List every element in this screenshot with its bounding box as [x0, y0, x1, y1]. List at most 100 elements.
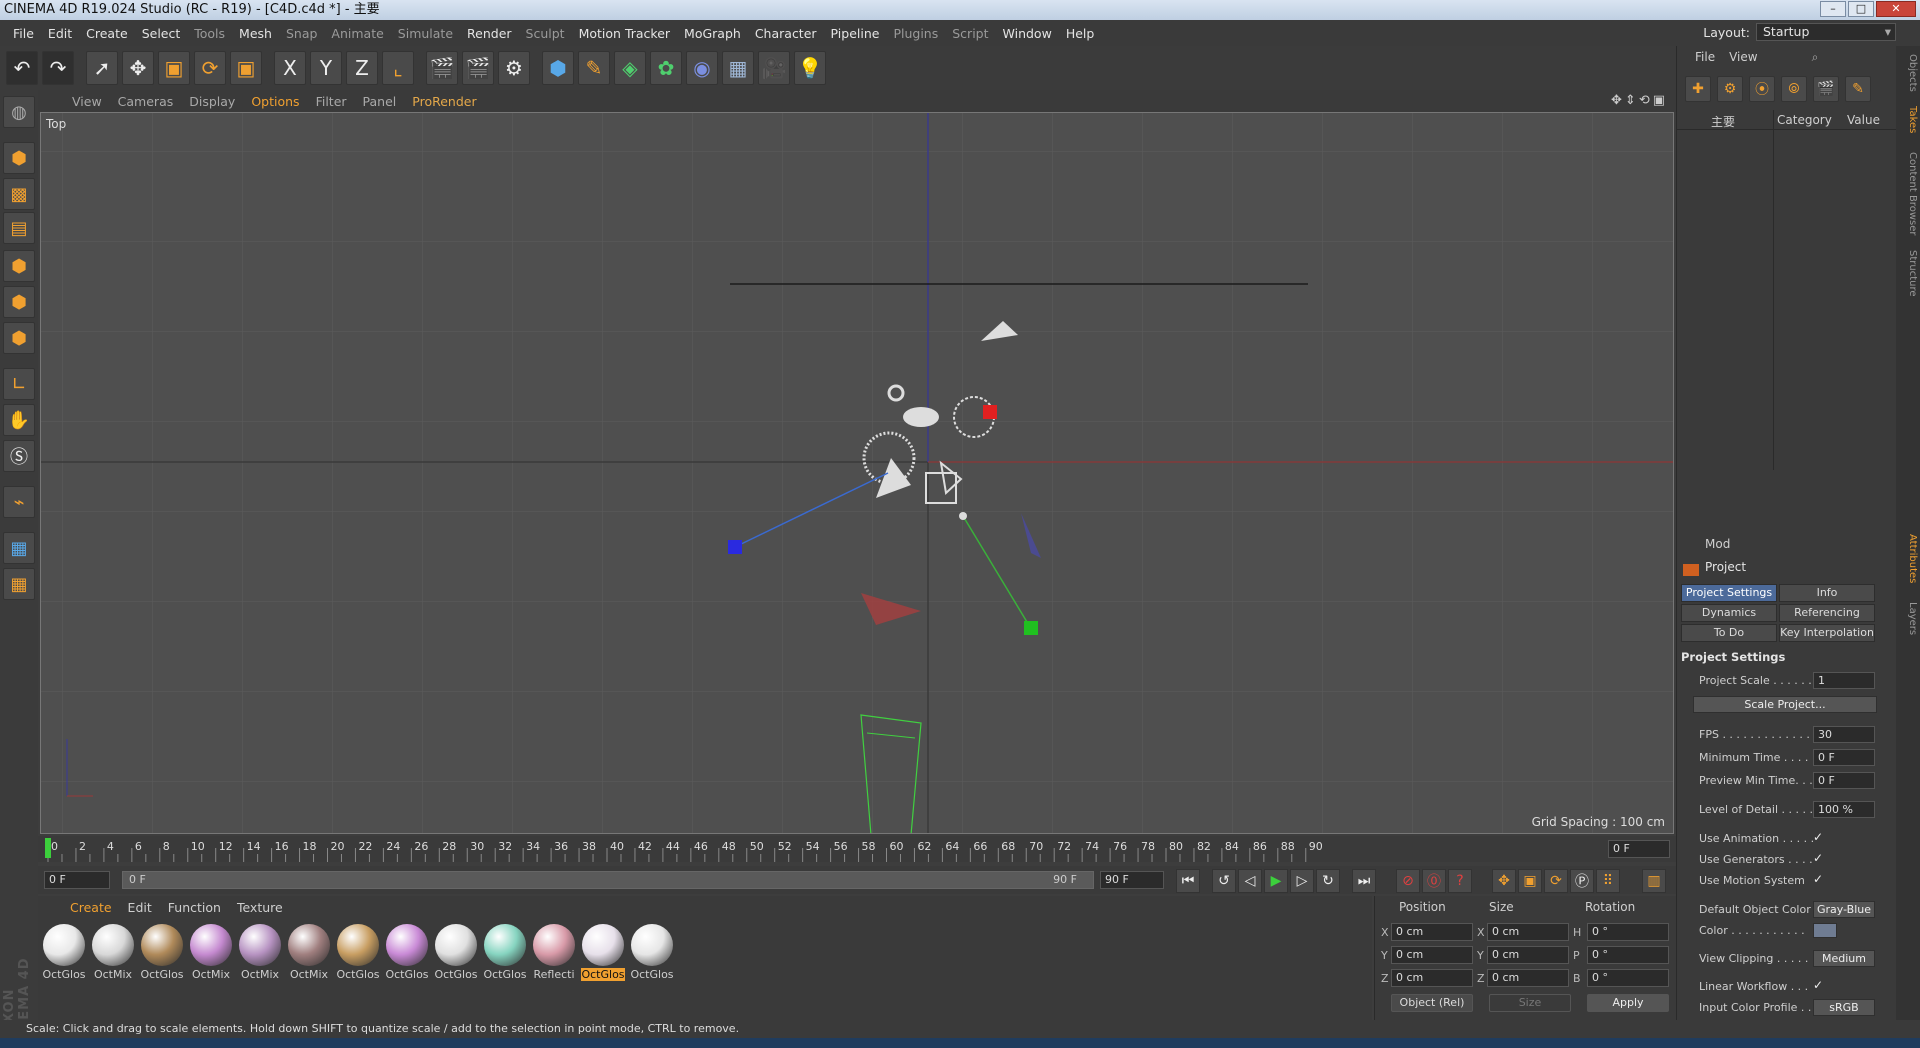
attributes-mode[interactable]: Mod — [1677, 534, 1896, 554]
record-pla-icon[interactable]: ⠿ — [1596, 869, 1620, 893]
pos-y-field[interactable]: 0 cm — [1391, 946, 1473, 964]
cube-icon[interactable]: ⬢ — [542, 51, 574, 85]
next-frame-icon[interactable]: ▷ — [1290, 869, 1314, 893]
render-picture-viewer-icon[interactable]: 🎬 — [462, 51, 494, 85]
x-axis-icon[interactable]: X — [274, 51, 306, 85]
preview-min-time-field[interactable]: 0 F — [1813, 772, 1875, 789]
viewport-menu-cameras[interactable]: Cameras — [110, 94, 182, 109]
z-axis-icon[interactable]: Z — [346, 51, 378, 85]
workplane-mode-icon[interactable]: ▤ — [3, 212, 35, 244]
timeline-layout-icon[interactable]: ▥ — [1642, 869, 1666, 893]
edit-render-settings-icon[interactable]: ⚙ — [498, 51, 530, 85]
minimize-button[interactable]: – — [1820, 1, 1846, 17]
scale-project-button[interactable]: Scale Project... — [1693, 696, 1877, 713]
planar-workplane-icon[interactable]: ▦ — [3, 568, 35, 600]
move-icon[interactable]: ✥ — [122, 51, 154, 85]
axis-mode-icon[interactable]: ∟ — [3, 368, 35, 400]
pos-z-field[interactable]: 0 cm — [1391, 969, 1473, 987]
coordinate-system-icon[interactable]: ⌞ — [382, 51, 414, 85]
use-generators-checkbox[interactable]: ✓ — [1813, 851, 1823, 865]
default-object-color-dropdown[interactable]: Gray-Blue — [1813, 901, 1875, 918]
menu-window[interactable]: Window — [996, 26, 1059, 41]
main-take[interactable]: 主要 — [1711, 113, 1735, 130]
cloner-icon[interactable]: ✿ — [650, 51, 682, 85]
record-scale-icon[interactable]: ▣ — [1518, 869, 1542, 893]
viewport-menu-filter[interactable]: Filter — [308, 94, 355, 109]
undo-icon[interactable]: ↶ — [6, 51, 38, 85]
apply-button[interactable]: Apply — [1587, 994, 1669, 1012]
material-item[interactable]: OctGlos — [385, 924, 429, 981]
material-item[interactable]: OctGlos — [140, 924, 184, 981]
material-menu-texture[interactable]: Texture — [229, 900, 291, 915]
previous-key-icon[interactable]: ↺ — [1212, 869, 1236, 893]
floor-icon[interactable]: ▦ — [722, 51, 754, 85]
rot-p-field[interactable]: 0 ° — [1587, 946, 1669, 964]
current-frame-field[interactable]: 0 F — [1608, 840, 1670, 858]
subdivision-icon[interactable]: ◈ — [614, 51, 646, 85]
workplane-lock-icon[interactable]: ▦ — [3, 532, 35, 564]
viewport-menu-view[interactable]: View — [64, 94, 110, 109]
take-render-icon[interactable]: 🎬 — [1813, 76, 1839, 102]
rotate-icon[interactable]: ⟳ — [194, 51, 226, 85]
material-item[interactable]: Reflecti — [532, 924, 576, 981]
material-item[interactable]: OctMix — [287, 924, 331, 981]
solo-icon[interactable]: Ⓢ — [3, 440, 35, 472]
menu-mograph[interactable]: MoGraph — [677, 26, 748, 41]
autokey-icon[interactable]: ⓪ — [1422, 869, 1446, 893]
rot-h-field[interactable]: 0 ° — [1587, 923, 1669, 941]
edges-mode-icon[interactable]: ⬢ — [3, 286, 35, 318]
menu-mesh[interactable]: Mesh — [232, 26, 279, 41]
tweak-mode-icon[interactable]: ✋ — [3, 404, 35, 436]
menu-select[interactable]: Select — [135, 26, 188, 41]
take-camera-icon[interactable]: ⦿ — [1749, 76, 1775, 102]
render-view-icon[interactable]: 🎬 — [426, 51, 458, 85]
menu-character[interactable]: Character — [748, 26, 824, 41]
take-override-icon[interactable]: ⚙ — [1717, 76, 1743, 102]
keyframe-selection-icon[interactable]: ? — [1448, 869, 1472, 893]
viewport-navigation-icons[interactable]: ✥⇕⟲▣ — [1611, 93, 1668, 108]
tab-info[interactable]: Info — [1779, 584, 1875, 602]
menu-render[interactable]: Render — [460, 26, 519, 41]
menu-pipeline[interactable]: Pipeline — [824, 26, 887, 41]
menu-sculpt[interactable]: Sculpt — [519, 26, 572, 41]
end-frame-field[interactable]: 90 F — [1100, 871, 1164, 889]
make-editable-icon[interactable]: ◍ — [3, 96, 35, 128]
take-lock-icon[interactable]: ✎ — [1845, 76, 1871, 102]
menu-plugins[interactable]: Plugins — [886, 26, 945, 41]
level-of-detail-field[interactable]: 100 % — [1813, 801, 1875, 818]
start-frame-field[interactable]: 0 F — [44, 871, 110, 889]
menu-animate[interactable]: Animate — [324, 26, 390, 41]
size-mode-dropdown[interactable]: Size — [1489, 994, 1571, 1012]
menu-script[interactable]: Script — [945, 26, 995, 41]
points-mode-icon[interactable]: ⬢ — [3, 250, 35, 282]
color-swatch[interactable] — [1813, 923, 1837, 938]
maximize-button[interactable]: □ — [1848, 1, 1874, 17]
material-item[interactable]: OctGlos — [483, 924, 527, 981]
view-clipping-dropdown[interactable]: Medium — [1813, 950, 1875, 967]
menu-motion-tracker[interactable]: Motion Tracker — [572, 26, 677, 41]
menu-simulate[interactable]: Simulate — [391, 26, 460, 41]
size-y-field[interactable]: 0 cm — [1487, 946, 1569, 964]
size-x-field[interactable]: 0 cm — [1487, 923, 1569, 941]
tab-referencing[interactable]: Referencing — [1779, 604, 1875, 622]
linear-workflow-checkbox[interactable]: ✓ — [1813, 978, 1823, 992]
material-item[interactable]: OctMix — [189, 924, 233, 981]
viewport-menu-options[interactable]: Options — [243, 94, 307, 109]
tab-structure[interactable]: Structure — [1898, 250, 1918, 297]
scale-icon[interactable]: ▣ — [158, 51, 190, 85]
objects-menu-file[interactable]: File — [1695, 50, 1715, 64]
material-item[interactable]: OctGlos — [630, 924, 674, 981]
tab-layers[interactable]: Layers — [1898, 602, 1918, 635]
tab-takes[interactable]: Takes — [1898, 106, 1918, 133]
material-item[interactable]: OctGlos — [434, 924, 478, 981]
objects-menu-view[interactable]: View — [1729, 50, 1757, 64]
menu-help[interactable]: Help — [1059, 26, 1102, 41]
minimum-time-field[interactable]: 0 F — [1813, 749, 1875, 766]
take-overrides-icon[interactable]: ⦾ — [1781, 76, 1807, 102]
material-menu-function[interactable]: Function — [160, 900, 229, 915]
tab-attributes[interactable]: Attributes — [1898, 534, 1918, 583]
record-active-icon[interactable]: ⊘ — [1396, 869, 1420, 893]
menu-create[interactable]: Create — [79, 26, 135, 41]
material-item[interactable]: OctMix — [238, 924, 282, 981]
menu-edit[interactable]: Edit — [41, 26, 79, 41]
